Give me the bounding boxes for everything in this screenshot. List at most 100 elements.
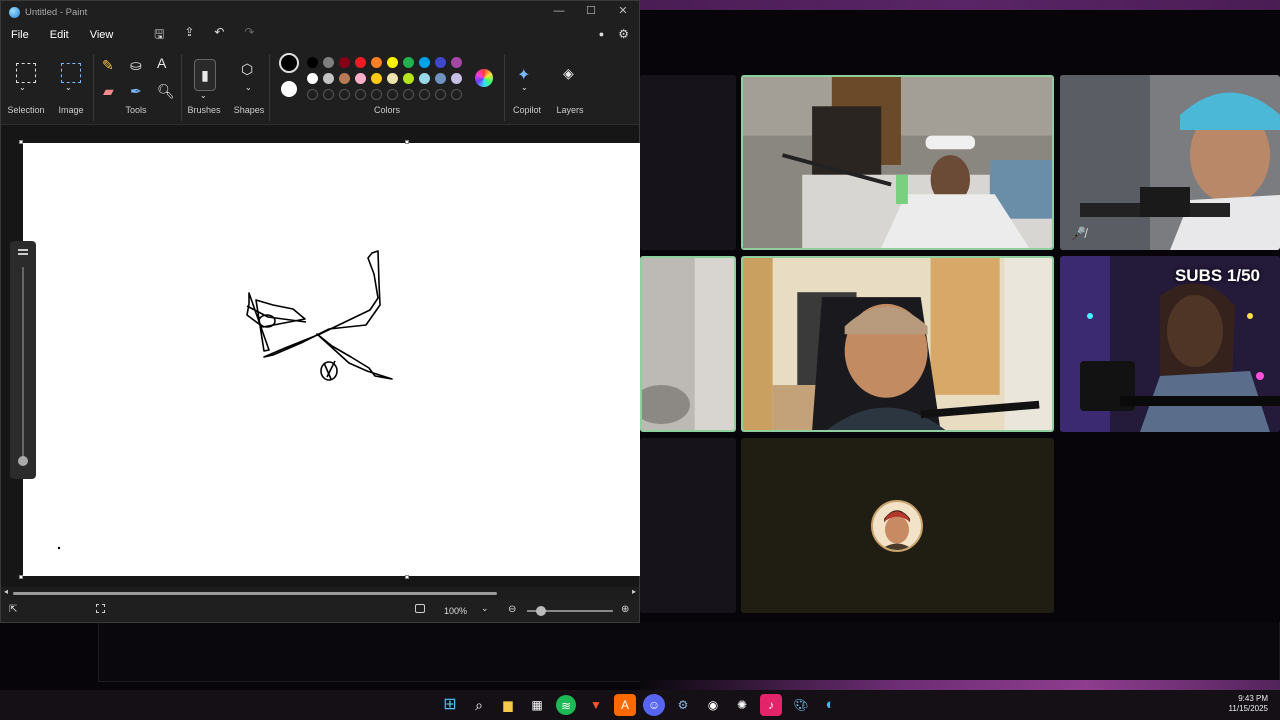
zoom-out-icon[interactable]: ⊖ [508,604,516,615]
undo-icon[interactable]: ↶ [204,25,234,46]
steam-icon[interactable]: ⚙ [672,694,694,716]
edge-icon[interactable]: ◐ [819,694,841,716]
color-swatch[interactable] [403,57,414,68]
color-swatch[interactable] [339,73,350,84]
file-explorer-icon[interactable]: ▆ [497,694,519,716]
scroll-right-icon[interactable]: ▸ [632,587,636,596]
maximize-button[interactable]: ☐ [575,1,607,23]
start-windows-icon[interactable]: ⊞ [439,694,461,716]
tiktok-icon[interactable]: ♪ [760,694,782,716]
video-tile-partial-top[interactable] [640,75,736,250]
image-crop-icon[interactable] [61,63,81,83]
custom-color-slot[interactable] [419,89,430,100]
secondary-color-swatch[interactable] [281,81,297,97]
fit-to-window-icon[interactable] [415,604,425,613]
color-swatch[interactable] [323,73,334,84]
video-tile-participant-2[interactable]: 🎤̸ [1060,75,1280,250]
color-swatch[interactable] [419,57,430,68]
video-tile-participant-1[interactable] [741,75,1054,250]
settings-gear-icon[interactable]: ⚙ [618,27,629,41]
color-swatch[interactable] [403,73,414,84]
video-tile-partial-bottom[interactable] [640,438,736,613]
video-tile-participant-3[interactable] [741,256,1054,432]
custom-color-slot[interactable] [371,89,382,100]
brushes-icon[interactable]: ▮ [194,59,216,91]
brush-size-thumb[interactable] [18,456,28,466]
shapes-icon[interactable]: ⬡ [241,61,253,78]
brush-size-slider[interactable] [10,241,36,479]
canvas-resize-handle-bottom[interactable] [405,575,409,579]
custom-color-slot[interactable] [355,89,366,100]
custom-color-slot[interactable] [435,89,446,100]
zoom-in-icon[interactable]: ⊕ [621,604,629,615]
close-button[interactable]: ✕ [607,1,639,23]
custom-color-slot[interactable] [339,89,350,100]
video-tile-avatar[interactable] [741,438,1054,613]
color-swatch[interactable] [435,57,446,68]
zoom-slider-thumb[interactable] [536,606,546,616]
fill-bucket-icon[interactable]: ⛀ [130,57,142,74]
canvas-resize-handle-top[interactable] [405,140,409,144]
chatgpt-icon[interactable]: ✺ [731,694,753,716]
custom-color-slot[interactable] [451,89,462,100]
layers-icon[interactable]: ◈ [563,65,574,82]
spotify-icon[interactable]: ≋ [556,695,576,715]
scrollbar-thumb[interactable] [13,592,497,595]
color-swatch[interactable] [355,57,366,68]
discord-icon[interactable]: ☺ [643,694,665,716]
search-icon[interactable]: ⌕ [468,694,490,716]
color-swatch[interactable] [307,57,318,68]
adobe-icon[interactable]: A [614,694,636,716]
shapes-chevron-down-icon[interactable]: ⌄ [245,83,252,92]
minimize-button[interactable]: — [543,1,575,23]
scroll-left-icon[interactable]: ◂ [4,587,8,596]
zoom-level[interactable]: 100% [444,606,467,616]
menu-edit[interactable]: Edit [50,29,69,41]
custom-color-slot[interactable] [403,89,414,100]
canvas-resize-handle-top-left[interactable] [19,140,23,144]
menu-file[interactable]: File [11,29,29,41]
store-icon[interactable]: ▦ [526,694,548,716]
drawing-canvas[interactable] [23,143,640,576]
copilot-chevron-down-icon[interactable]: ⌄ [521,83,528,92]
color-swatch[interactable] [371,57,382,68]
color-swatch[interactable] [451,57,462,68]
custom-color-slot[interactable] [323,89,334,100]
canvas-resize-handle-bottom-left[interactable] [19,575,23,579]
brave-icon[interactable]: ▼ [585,694,607,716]
video-tile-participant-4[interactable]: SUBS 1/50 [1060,256,1280,432]
paint-taskbar-icon[interactable]: 🎨︎ [790,694,812,716]
magnifier-icon[interactable]: 🔍︎ [157,83,175,100]
video-tile-partial-middle[interactable] [640,256,736,432]
save-icon[interactable]: 🖫 [144,25,174,46]
horizontal-scrollbar[interactable]: ◂ ▸ [1,587,639,599]
text-tool-icon[interactable]: A [157,55,166,71]
image-chevron-down-icon[interactable]: ⌄ [65,83,72,92]
share-icon[interactable]: ⇪ [174,25,204,46]
color-swatch[interactable] [419,73,430,84]
pencil-icon[interactable]: ✎ [102,57,114,74]
color-swatch[interactable] [387,57,398,68]
zoom-chevron-down-icon[interactable]: ⌄ [481,603,489,614]
selection-rectangle-icon[interactable] [16,63,36,83]
primary-color-swatch[interactable] [279,53,299,73]
color-swatch[interactable] [339,57,350,68]
color-picker-icon[interactable]: ✒ [130,83,142,100]
color-swatch[interactable] [307,73,318,84]
edit-colors-icon[interactable] [475,69,493,87]
color-swatch[interactable] [451,73,462,84]
color-swatch[interactable] [323,57,334,68]
custom-color-slot[interactable] [387,89,398,100]
copilot-icon[interactable]: ✦ [517,65,530,85]
menu-view[interactable]: View [90,29,114,41]
color-swatch[interactable] [387,73,398,84]
account-icon[interactable]: ● [599,29,604,41]
color-swatch[interactable] [435,73,446,84]
system-clock[interactable]: 9:43 PM 11/15/2025 [1229,694,1268,714]
redo-icon[interactable]: ↷ [234,25,264,46]
custom-color-slot[interactable] [307,89,318,100]
color-swatch[interactable] [371,73,382,84]
obs-icon[interactable]: ◉ [702,694,724,716]
color-swatch[interactable] [355,73,366,84]
selection-chevron-down-icon[interactable]: ⌄ [19,83,26,92]
